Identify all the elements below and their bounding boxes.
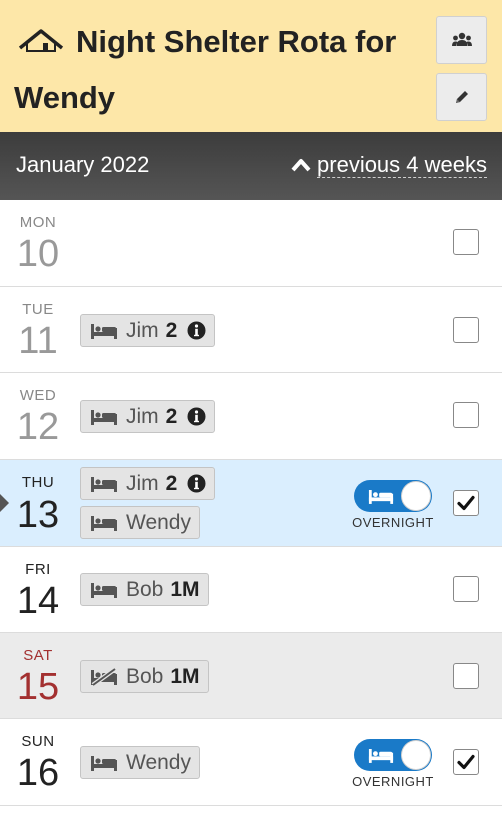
overnight-toggle[interactable] — [354, 739, 432, 771]
booking-chip[interactable]: Bob 1M — [80, 573, 209, 606]
booking-person: Bob — [126, 577, 164, 601]
check-icon — [457, 495, 475, 511]
bed-icon — [91, 515, 117, 531]
booking-chip[interactable]: Bob 1M — [80, 660, 209, 693]
page-title: Night Shelter Rota for Wendy — [14, 24, 397, 115]
day-row-thu-13: THU 13 Jim 2 Wendy OVERNIGHT — [0, 460, 502, 547]
overnight-label: OVERNIGHT — [352, 774, 434, 789]
users-icon — [451, 32, 472, 46]
bed-icon — [368, 490, 394, 504]
edit-button[interactable] — [436, 73, 487, 121]
chevron-up-icon — [291, 159, 311, 172]
booking-chip[interactable]: Jim 2 — [80, 467, 216, 500]
day-number: 12 — [16, 406, 60, 448]
overnight-label: OVERNIGHT — [352, 515, 434, 530]
day-number: 14 — [16, 580, 60, 622]
day-checkbox[interactable] — [453, 576, 479, 602]
info-icon[interactable] — [187, 407, 206, 426]
booking-count: 2 — [165, 318, 178, 342]
day-number: 11 — [18, 320, 58, 362]
day-name: SUN — [21, 733, 55, 750]
day-row-wed-12: WED 12 Jim 2 — [0, 373, 502, 460]
booking-chip[interactable]: Wendy — [80, 506, 200, 539]
day-checkbox[interactable] — [453, 317, 479, 343]
bed-icon — [91, 755, 117, 771]
previous-weeks-label: previous 4 weeks — [317, 152, 487, 178]
day-checkbox[interactable] — [453, 490, 479, 516]
day-name: WED — [19, 387, 57, 404]
booking-person: Jim — [126, 471, 159, 495]
users-button[interactable] — [436, 16, 487, 64]
day-number: 15 — [16, 666, 60, 708]
month-label: January 2022 — [16, 152, 150, 177]
toggle-knob — [401, 740, 431, 770]
booking-person: Wendy — [126, 510, 191, 534]
day-row-sat-15: SAT 15 Bob 1M — [0, 633, 502, 719]
bed-struck-icon — [91, 667, 117, 686]
day-row-fri-14: FRI 14 Bob 1M — [0, 547, 502, 633]
page-header: Night Shelter Rota for Wendy — [0, 0, 502, 132]
day-checkbox[interactable] — [453, 402, 479, 428]
booking-count: 2 — [165, 471, 178, 495]
previous-weeks-link[interactable]: previous 4 weeks — [291, 152, 487, 178]
booking-chip[interactable]: Wendy — [80, 746, 200, 779]
bed-icon — [91, 476, 117, 492]
bed-icon — [91, 323, 117, 339]
booking-person: Jim — [126, 318, 159, 342]
month-bar: January 2022 previous 4 weeks — [0, 132, 502, 200]
bed-icon — [91, 409, 117, 425]
info-icon[interactable] — [187, 474, 206, 493]
day-number: 13 — [16, 494, 60, 536]
day-row-tue-11: TUE 11 Jim 2 — [0, 287, 502, 373]
booking-chip[interactable]: Jim 2 — [80, 400, 216, 433]
day-checkbox[interactable] — [453, 749, 479, 775]
booking-person: Bob — [126, 664, 164, 688]
day-number: 10 — [16, 233, 60, 275]
toggle-knob — [401, 481, 431, 511]
day-name: SAT — [23, 647, 53, 664]
booking-person: Wendy — [126, 750, 191, 774]
booking-count: 1M — [170, 577, 200, 601]
bed-icon — [368, 749, 394, 763]
day-name: FRI — [25, 561, 51, 578]
day-name: TUE — [22, 301, 54, 318]
bed-icon — [91, 582, 117, 598]
booking-count: 1M — [170, 664, 200, 688]
day-row-sun-16: SUN 16 Wendy OVERNIGHT — [0, 719, 502, 806]
booking-chip[interactable]: Jim 2 — [80, 314, 216, 347]
day-checkbox[interactable] — [453, 663, 479, 689]
overnight-toggle[interactable] — [354, 480, 432, 512]
info-icon[interactable] — [187, 321, 206, 340]
day-checkbox[interactable] — [453, 229, 479, 255]
day-number: 16 — [16, 752, 60, 794]
day-row-mon-10: MON 10 — [0, 200, 502, 287]
booking-count: 2 — [165, 404, 178, 428]
day-name: THU — [21, 474, 55, 491]
day-name: MON — [19, 214, 57, 231]
check-icon — [457, 754, 475, 770]
booking-person: Jim — [126, 404, 159, 428]
pencil-icon — [455, 91, 468, 103]
